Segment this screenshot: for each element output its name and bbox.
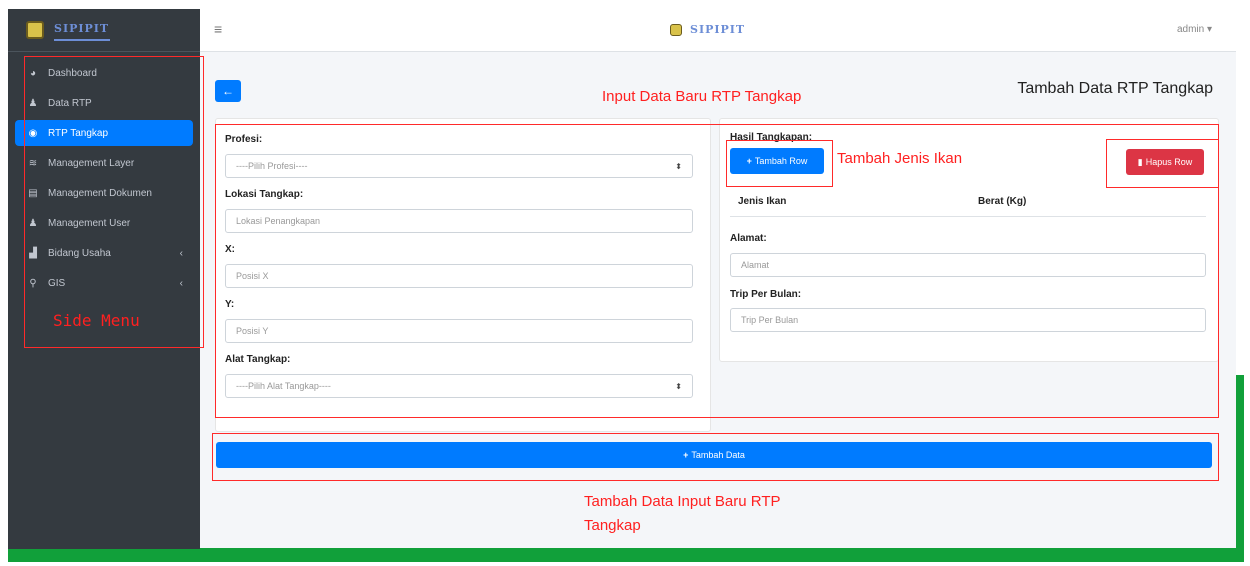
annotation-box-tambah-row <box>726 140 833 187</box>
annotation-box-tambah-data <box>212 433 1219 481</box>
sidebar-brand[interactable]: SIPIPIT <box>8 9 200 52</box>
annotation-tambah-jenis: Tambah Jenis Ikan <box>837 150 963 167</box>
annotation-tambah-data: Tambah Data Input Baru RTP Tangkap <box>584 493 781 534</box>
top-brand-name: SIPIPIT <box>690 23 746 36</box>
page-title: Tambah Data RTP Tangkap <box>1017 80 1213 97</box>
top-navbar: ≡ SIPIPIT admin ▾ <box>200 9 1236 52</box>
shield-logo-icon <box>26 21 44 39</box>
annotation-box-hapus-row <box>1106 139 1219 188</box>
user-menu-dropdown[interactable]: admin ▾ <box>1177 24 1212 35</box>
arrow-left-icon: ← <box>222 84 234 98</box>
shield-logo-icon <box>670 23 682 36</box>
brand-name: SIPIPIT <box>54 22 110 35</box>
back-button[interactable]: ← <box>215 80 241 102</box>
hamburger-menu-icon[interactable]: ≡ <box>214 21 222 37</box>
annotation-side-menu: Side Menu <box>53 311 140 330</box>
annotation-input-data: Input Data Baru RTP Tangkap <box>602 88 802 105</box>
annotation-box-input-data <box>215 124 1219 418</box>
top-brand: SIPIPIT <box>670 23 745 36</box>
annotation-box-side-menu <box>24 56 204 348</box>
